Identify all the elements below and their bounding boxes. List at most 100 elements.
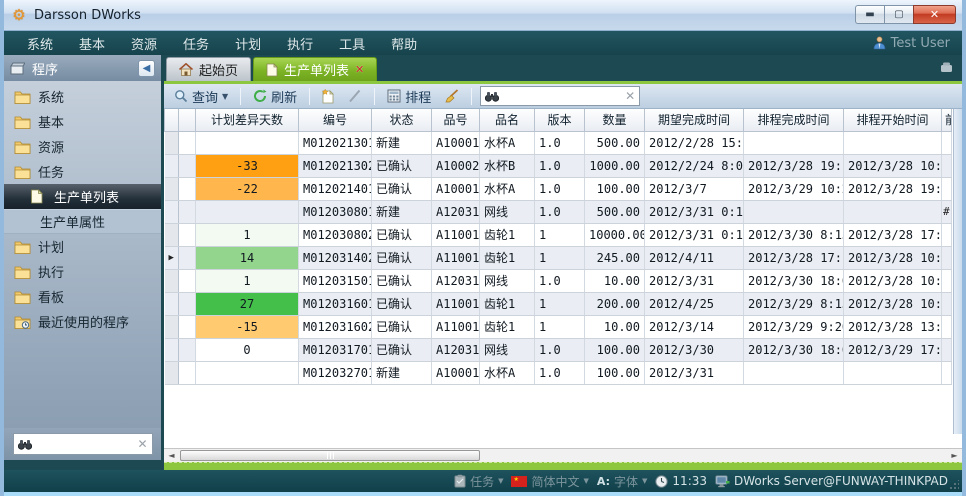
- cell-qty[interactable]: 245.00: [585, 246, 645, 269]
- cell-indent[interactable]: [179, 131, 196, 154]
- cell-name[interactable]: 水杯B: [480, 154, 535, 177]
- schedule-button[interactable]: 排程: [383, 85, 435, 108]
- current-row-indicator[interactable]: ▶: [165, 246, 179, 269]
- cell-diff[interactable]: -33: [196, 154, 299, 177]
- cell-status[interactable]: 新建: [372, 361, 432, 384]
- cell-diff[interactable]: 0: [196, 338, 299, 361]
- scrollbar-thumb[interactable]: [180, 450, 480, 461]
- cell-indent[interactable]: [179, 200, 196, 223]
- cell-ver[interactable]: 1.0: [535, 338, 585, 361]
- cell-due[interactable]: 2012/3/31 0:17: [645, 223, 744, 246]
- cell-diff[interactable]: [196, 131, 299, 154]
- cell-flag[interactable]: [942, 292, 952, 315]
- cell-sched_start[interactable]: 2012/3/28 17:13: [844, 223, 942, 246]
- cell-no[interactable]: M012032701: [299, 361, 372, 384]
- horizontal-scrollbar[interactable]: ◄ ►: [164, 448, 962, 462]
- cell-indent[interactable]: [179, 338, 196, 361]
- cell-diff[interactable]: [196, 361, 299, 384]
- sidebar-search-box[interactable]: ✕: [13, 433, 153, 455]
- cell-due[interactable]: 2012/3/31: [645, 361, 744, 384]
- tab-close-icon[interactable]: ✕: [355, 63, 364, 76]
- cell-due[interactable]: 2012/3/7: [645, 177, 744, 200]
- menu-item-1[interactable]: 系统: [14, 35, 66, 56]
- cell-indent[interactable]: [179, 177, 196, 200]
- cell-indent[interactable]: [179, 269, 196, 292]
- cell-no[interactable]: M012030802: [299, 223, 372, 246]
- cell-status[interactable]: 已确认: [372, 246, 432, 269]
- cell-ver[interactable]: 1.0: [535, 154, 585, 177]
- cell-no[interactable]: M012021302: [299, 154, 372, 177]
- font-selector[interactable]: A: 字体 ▼: [597, 473, 648, 490]
- cell-flag[interactable]: [942, 361, 952, 384]
- cell-sched_end[interactable]: 2012/3/29 10:20: [744, 177, 844, 200]
- cell-no[interactable]: M012030801: [299, 200, 372, 223]
- cell-sched_start[interactable]: 2012/3/28 10:52: [844, 246, 942, 269]
- resize-grip[interactable]: [949, 480, 959, 490]
- toolbar-filter-clear-icon[interactable]: ✕: [625, 89, 635, 103]
- scroll-right-icon[interactable]: ►: [947, 449, 962, 462]
- sidebar-collapse-button[interactable]: ◀: [138, 60, 155, 77]
- cell-indent[interactable]: [179, 361, 196, 384]
- tasks-dropdown-icon[interactable]: ▼: [498, 477, 503, 485]
- sidebar-item-2[interactable]: 基本: [4, 109, 161, 134]
- cell-flag[interactable]: [942, 315, 952, 338]
- refresh-button[interactable]: 刷新: [249, 85, 301, 108]
- cell-status[interactable]: 新建: [372, 131, 432, 154]
- cell-due[interactable]: 2012/4/25: [645, 292, 744, 315]
- maximize-button[interactable]: ▢: [884, 5, 913, 24]
- cell-ver[interactable]: 1: [535, 223, 585, 246]
- new-order-button[interactable]: [318, 87, 339, 106]
- row-selector-cell[interactable]: [165, 177, 179, 200]
- row-selector-cell[interactable]: [165, 361, 179, 384]
- cell-status[interactable]: 新建: [372, 200, 432, 223]
- cell-flag[interactable]: #: [942, 200, 952, 223]
- cell-sched_start[interactable]: 2012/3/29 17:46: [844, 338, 942, 361]
- cell-no[interactable]: M012031501: [299, 269, 372, 292]
- cell-flag[interactable]: [942, 338, 952, 361]
- cell-indent[interactable]: [179, 154, 196, 177]
- cell-flag[interactable]: [942, 269, 952, 292]
- cell-name[interactable]: 齿轮1: [480, 223, 535, 246]
- cell-qty[interactable]: 500.00: [585, 131, 645, 154]
- cell-no[interactable]: M012031402: [299, 246, 372, 269]
- cell-item[interactable]: A11001: [432, 292, 480, 315]
- cell-sched_start[interactable]: 2012/3/28 13:40: [844, 315, 942, 338]
- cell-ver[interactable]: 1: [535, 246, 585, 269]
- cell-no[interactable]: M012031601: [299, 292, 372, 315]
- cell-flag[interactable]: [942, 177, 952, 200]
- column-header-name[interactable]: 品名: [480, 109, 535, 131]
- query-dropdown-icon[interactable]: ▼: [222, 92, 228, 101]
- sidebar-item-9[interactable]: 看板: [4, 284, 161, 309]
- cell-ver[interactable]: 1.0: [535, 200, 585, 223]
- cell-status[interactable]: 已确认: [372, 177, 432, 200]
- cell-sched_start[interactable]: 2012/3/28 10:52: [844, 154, 942, 177]
- menu-item-7[interactable]: 工具: [326, 35, 378, 56]
- cell-status[interactable]: 已确认: [372, 269, 432, 292]
- cell-flag[interactable]: [942, 223, 952, 246]
- user-badge[interactable]: Test User: [873, 36, 950, 51]
- cell-item[interactable]: A10001: [432, 131, 480, 154]
- column-header-status[interactable]: 状态: [372, 109, 432, 131]
- cell-qty[interactable]: 10000.00: [585, 223, 645, 246]
- cell-sched_end[interactable]: [744, 200, 844, 223]
- row-selector-cell[interactable]: [165, 315, 179, 338]
- cell-due[interactable]: 2012/4/11: [645, 246, 744, 269]
- cell-indent[interactable]: [179, 223, 196, 246]
- cell-sched_start[interactable]: 2012/3/28 19:10: [844, 177, 942, 200]
- cell-item[interactable]: A10002: [432, 154, 480, 177]
- row-selector-cell[interactable]: [165, 269, 179, 292]
- cell-diff[interactable]: -22: [196, 177, 299, 200]
- column-header-diff[interactable]: 计划差异天数: [196, 109, 299, 131]
- cell-due[interactable]: 2012/3/31 0:10: [645, 200, 744, 223]
- row-selector-cell[interactable]: [165, 154, 179, 177]
- pin-panel-icon[interactable]: [939, 61, 954, 73]
- edit-button[interactable]: [344, 87, 366, 105]
- cell-name[interactable]: 齿轮1: [480, 246, 535, 269]
- column-header-due[interactable]: 期望完成时间: [645, 109, 744, 131]
- cell-due[interactable]: 2012/3/30: [645, 338, 744, 361]
- close-button[interactable]: ✕: [913, 5, 956, 24]
- sidebar-item-8[interactable]: 执行: [4, 259, 161, 284]
- cell-sched_end[interactable]: 2012/3/30 18:00: [744, 269, 844, 292]
- column-header-flag[interactable]: 前: [942, 109, 952, 131]
- cell-qty[interactable]: 200.00: [585, 292, 645, 315]
